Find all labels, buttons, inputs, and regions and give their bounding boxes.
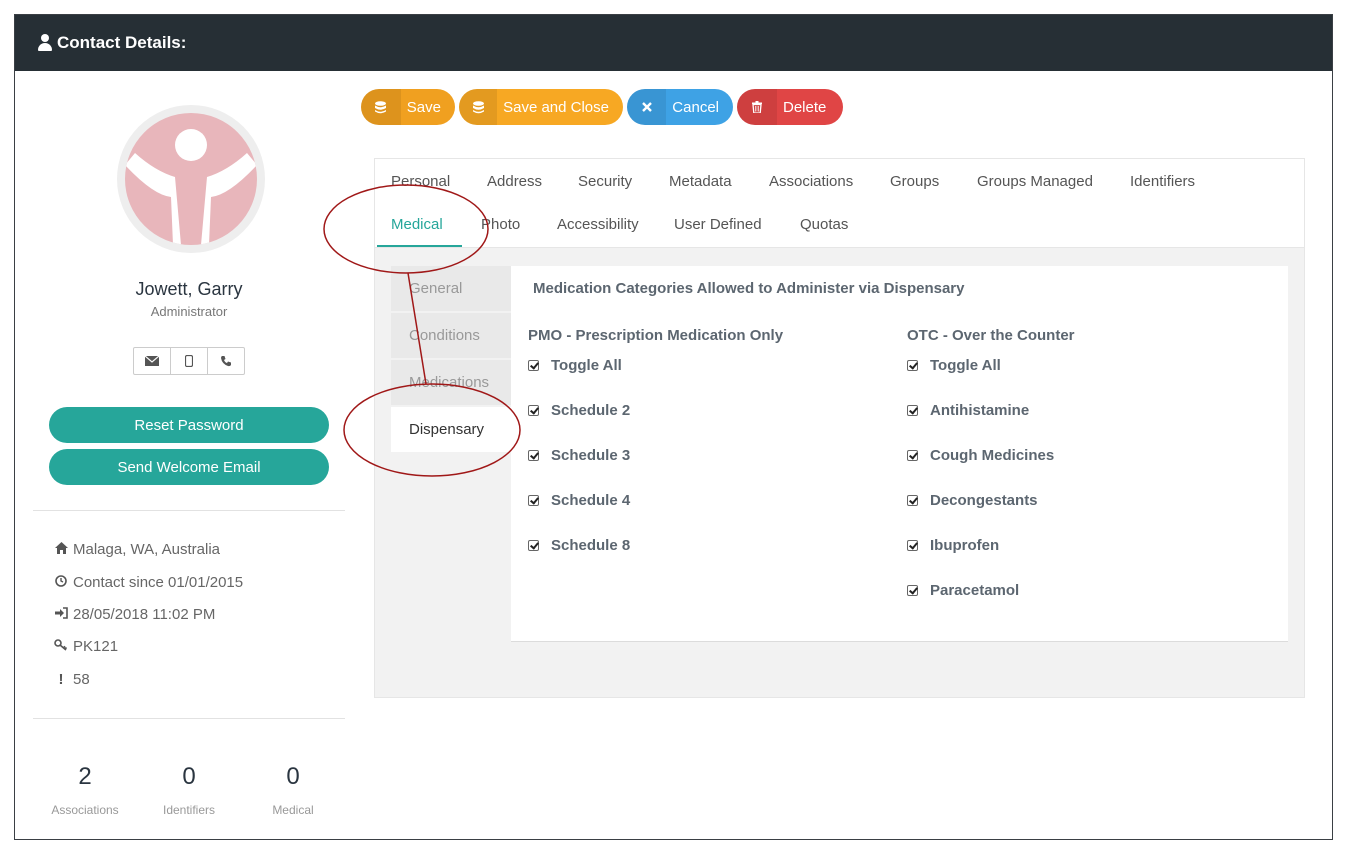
key-icon — [53, 639, 69, 654]
database-icon — [459, 89, 498, 125]
checkbox-checked[interactable] — [528, 540, 539, 551]
contact-actions — [133, 347, 245, 375]
phone-icon[interactable] — [208, 348, 244, 374]
otc-ibuprofen-checkbox[interactable]: Ibuprofen — [907, 537, 999, 554]
tab-metadata[interactable]: Metadata — [669, 173, 732, 190]
pmo-schedule-8-checkbox[interactable]: Schedule 8 — [528, 537, 630, 554]
contact-details-window: Contact Details: Jowett, Garry Administr… — [14, 14, 1333, 840]
alert-row: ! 58 — [53, 671, 90, 688]
active-tab-indicator — [377, 245, 462, 247]
email-icon[interactable] — [134, 348, 171, 374]
checkbox-checked[interactable] — [907, 450, 918, 461]
tab-accessibility[interactable]: Accessibility — [557, 216, 639, 233]
tab-address[interactable]: Address — [487, 173, 542, 190]
otc-antihistamine-checkbox[interactable]: Antihistamine — [907, 402, 1029, 419]
otc-heading: OTC - Over the Counter — [907, 327, 1075, 344]
otc-toggle-all-checkbox[interactable]: Toggle All — [907, 357, 1001, 374]
send-welcome-email-button[interactable]: Send Welcome Email — [49, 449, 329, 485]
medical-panel: Personal Address Security Metadata Assoc… — [374, 158, 1305, 698]
checkbox-checked[interactable] — [528, 405, 539, 416]
window-title: Contact Details: — [57, 33, 187, 52]
user-icon — [37, 34, 53, 52]
exclamation-icon: ! — [58, 671, 64, 688]
database-icon — [361, 89, 401, 125]
avatar — [117, 105, 265, 253]
checkbox-checked[interactable] — [907, 360, 918, 371]
tab-user-defined[interactable]: User Defined — [674, 216, 762, 233]
pmo-schedule-4-checkbox[interactable]: Schedule 4 — [528, 492, 630, 509]
section-title: Medication Categories Allowed to Adminis… — [533, 280, 965, 297]
trash-icon — [737, 89, 777, 125]
stat-medical: 0 Medical — [272, 763, 314, 817]
checkbox-checked[interactable] — [528, 450, 539, 461]
person-silhouette-icon — [125, 129, 257, 245]
stat-identifiers: 0 Identifiers — [162, 763, 216, 817]
save-button[interactable]: Save — [361, 89, 455, 125]
divider — [33, 510, 345, 511]
save-and-close-button[interactable]: Save and Close — [459, 89, 623, 125]
checkbox-checked[interactable] — [528, 360, 539, 371]
tab-quotas[interactable]: Quotas — [800, 216, 848, 233]
home-icon — [53, 542, 69, 557]
subnav-medications[interactable]: Medications — [391, 360, 511, 406]
contact-name: Jowett, Garry — [135, 279, 243, 299]
dispensary-content: Medication Categories Allowed to Adminis… — [511, 266, 1288, 642]
title-bar: Contact Details: — [15, 15, 1332, 71]
delete-button[interactable]: Delete — [737, 89, 843, 125]
pmo-toggle-all-checkbox[interactable]: Toggle All — [528, 357, 622, 374]
otc-decongestants-checkbox[interactable]: Decongestants — [907, 492, 1038, 509]
tab-medical[interactable]: Medical — [391, 216, 443, 233]
close-icon — [627, 89, 667, 125]
mobile-icon[interactable] — [171, 348, 208, 374]
checkbox-checked[interactable] — [907, 405, 918, 416]
tab-identifiers[interactable]: Identifiers — [1130, 173, 1195, 190]
checkbox-checked[interactable] — [907, 495, 918, 506]
last-login-row: 28/05/2018 11:02 PM — [53, 606, 215, 623]
subnav-dispensary[interactable]: Dispensary — [391, 407, 511, 453]
pmo-schedule-3-checkbox[interactable]: Schedule 3 — [528, 447, 630, 464]
tab-personal[interactable]: Personal — [391, 173, 450, 190]
divider — [33, 718, 345, 719]
pmo-heading: PMO - Prescription Medication Only — [528, 327, 784, 344]
sign-in-icon — [53, 607, 69, 622]
contact-since-row: Contact since 01/01/2015 — [53, 574, 243, 591]
checkbox-checked[interactable] — [907, 585, 918, 596]
checkbox-checked[interactable] — [907, 540, 918, 551]
otc-cough-medicines-checkbox[interactable]: Cough Medicines — [907, 447, 1054, 464]
location-row: Malaga, WA, Australia — [53, 541, 220, 558]
clock-icon — [53, 575, 69, 590]
tab-groups-managed[interactable]: Groups Managed — [977, 173, 1093, 190]
cancel-button[interactable]: Cancel — [627, 89, 733, 125]
tab-photo[interactable]: Photo — [481, 216, 520, 233]
subnav-general[interactable]: General — [391, 266, 511, 312]
tab-associations[interactable]: Associations — [769, 173, 853, 190]
stat-associations: 2 Associations — [51, 763, 119, 817]
subnav-conditions[interactable]: Conditions — [391, 313, 511, 359]
tab-bar: Personal Address Security Metadata Assoc… — [375, 159, 1304, 248]
otc-paracetamol-checkbox[interactable]: Paracetamol — [907, 582, 1019, 599]
contact-role: Administrator — [150, 304, 228, 319]
reset-password-button[interactable]: Reset Password — [49, 407, 329, 443]
key-row: PK121 — [53, 638, 118, 655]
pmo-schedule-2-checkbox[interactable]: Schedule 2 — [528, 402, 630, 419]
tab-security[interactable]: Security — [578, 173, 632, 190]
tab-groups[interactable]: Groups — [890, 173, 939, 190]
checkbox-checked[interactable] — [528, 495, 539, 506]
